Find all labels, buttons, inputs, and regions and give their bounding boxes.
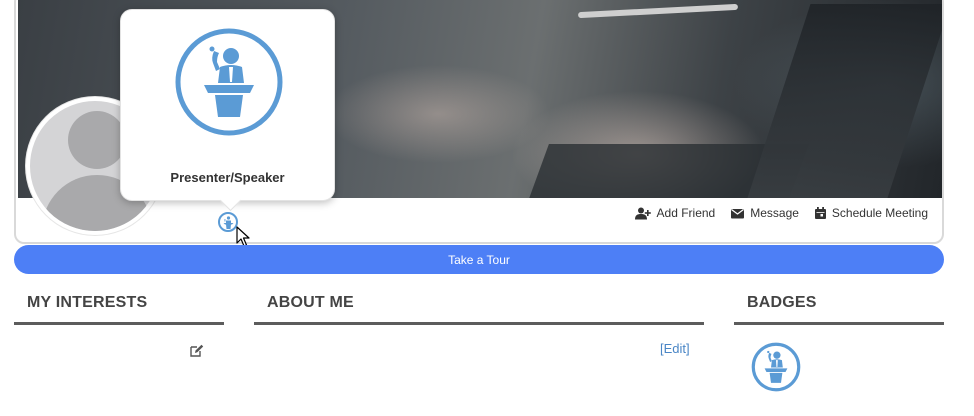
presenter-badge-mini[interactable]	[218, 212, 238, 232]
badge-tooltip: Presenter/Speaker	[120, 9, 335, 201]
presenter-speaker-icon[interactable]	[751, 342, 801, 392]
badges-divider	[734, 322, 944, 325]
badge-tooltip-label: Presenter/Speaker	[170, 170, 285, 185]
message-button[interactable]: Message	[731, 206, 799, 220]
my-interests-divider	[14, 322, 224, 325]
about-me-heading: ABOUT ME	[267, 294, 354, 311]
badges-heading: BADGES	[747, 294, 817, 311]
take-a-tour-button[interactable]: Take a Tour	[14, 245, 944, 274]
schedule-meeting-button[interactable]: Schedule Meeting	[814, 206, 928, 220]
envelope-icon	[731, 208, 745, 218]
profile-actions: Add Friend Message Schedule Meeting	[634, 206, 928, 220]
my-interests-heading: MY INTERESTS	[27, 294, 148, 311]
about-me-edit-link[interactable]: [Edit]	[660, 341, 690, 356]
pencil-square-icon[interactable]	[190, 344, 204, 357]
user-plus-icon	[634, 207, 651, 219]
add-friend-label: Add Friend	[656, 206, 716, 220]
calendar-icon	[814, 207, 826, 219]
schedule-meeting-label: Schedule Meeting	[831, 206, 928, 220]
add-friend-button[interactable]: Add Friend	[634, 206, 716, 220]
message-label: Message	[750, 206, 799, 220]
presenter-speaker-icon	[223, 215, 234, 229]
presenter-speaker-icon	[175, 28, 283, 136]
about-me-divider	[254, 322, 704, 325]
